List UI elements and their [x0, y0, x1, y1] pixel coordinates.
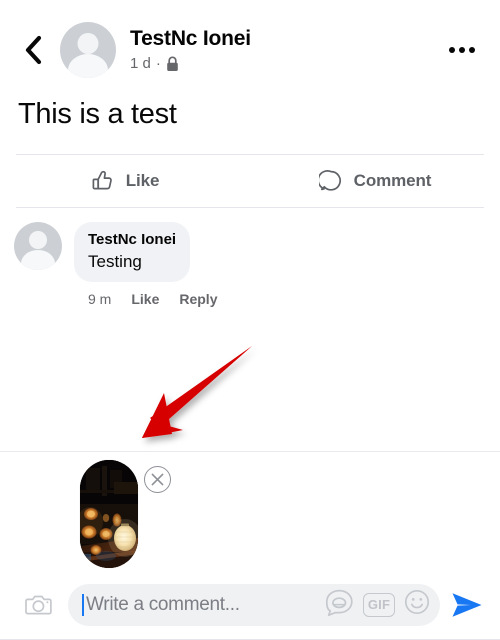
avatar-body-shape: [21, 250, 55, 270]
comment-text: Testing: [88, 252, 142, 271]
comment-bubble-icon: [318, 170, 341, 191]
emoji-smiley-icon: [404, 589, 430, 615]
comment-input-placeholder: Write a comment...: [86, 593, 240, 615]
meta-separator: ·: [155, 55, 161, 72]
emoji-button[interactable]: [404, 589, 430, 620]
gif-button[interactable]: GIF: [363, 592, 395, 617]
author-avatar[interactable]: [60, 22, 116, 78]
comment-timestamp: 9 m: [88, 291, 112, 307]
camera-icon: [24, 595, 52, 614]
send-arrow-icon: [452, 592, 482, 617]
comment-reply-button[interactable]: Reply: [179, 291, 217, 307]
header: TestNc Ionei 1 d ·: [0, 0, 500, 100]
thumbs-up-icon: [92, 170, 112, 190]
text-cursor: [82, 593, 84, 616]
post-timestamp: 1 d: [130, 55, 151, 72]
ellipsis-icon: [449, 47, 475, 53]
more-options-button[interactable]: [442, 30, 482, 70]
post-text: This is a test: [18, 98, 177, 130]
attachment-thumbnail-wrapper: [80, 460, 171, 568]
author-name[interactable]: TestNc Ionei: [130, 27, 442, 51]
composer-icon-group: GIF: [325, 589, 430, 621]
post-detail-screen: TestNc Ionei 1 d · This is a test Like C…: [0, 0, 500, 640]
comment-avatar[interactable]: [14, 222, 62, 270]
comments-section: TestNc Ionei Testing 9 m Like Reply: [0, 208, 500, 451]
header-text-block: TestNc Ionei 1 d ·: [130, 27, 442, 73]
comment-meta-row: 9 m Like Reply: [74, 282, 217, 307]
comment-button-label: Comment: [353, 171, 432, 190]
like-button-label: Like: [125, 171, 160, 190]
avatar-head-shape: [77, 33, 99, 54]
comment-like-button[interactable]: Like: [131, 291, 159, 307]
sticker-icon: [325, 589, 353, 616]
avatar-head-shape: [29, 231, 47, 249]
send-button[interactable]: [446, 584, 488, 626]
attachment-preview-area: [0, 451, 500, 569]
comment-button[interactable]: Comment: [250, 155, 500, 207]
remove-attachment-button[interactable]: [144, 466, 171, 493]
comment-composer: Write a comment... GIF: [0, 569, 500, 639]
comment-bubble[interactable]: TestNc Ionei Testing: [74, 222, 191, 282]
avatar-body-shape: [68, 54, 108, 78]
attachment-thumbnail[interactable]: [80, 460, 138, 568]
camera-button[interactable]: [16, 583, 60, 627]
post-actions-bar: Like Comment: [0, 155, 500, 207]
lantern-night-photo: [80, 460, 138, 568]
comment-author: TestNc Ionei: [88, 231, 177, 248]
close-icon: [151, 473, 164, 486]
gif-label: GIF: [367, 597, 391, 612]
comment-content: TestNc Ionei Testing 9 m Like Reply: [74, 222, 217, 451]
comment-input-field[interactable]: Write a comment... GIF: [68, 583, 440, 626]
like-button[interactable]: Like: [0, 155, 250, 207]
post-meta: 1 d ·: [130, 55, 442, 73]
sticker-button[interactable]: [325, 589, 354, 621]
chevron-left-icon: [25, 35, 42, 65]
lock-icon[interactable]: [166, 56, 179, 72]
back-button[interactable]: [14, 31, 52, 69]
